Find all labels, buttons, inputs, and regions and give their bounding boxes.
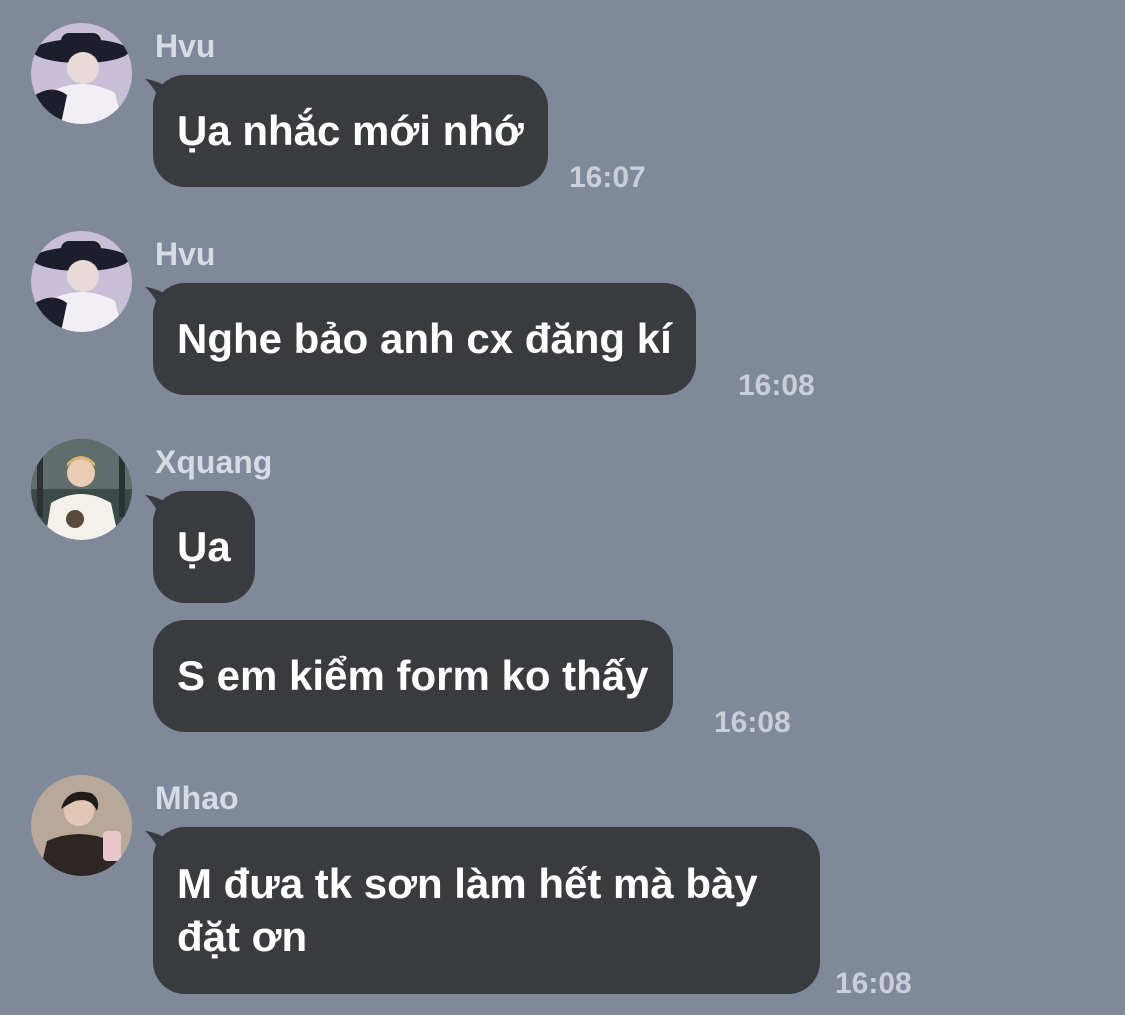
avatar-xquang-image	[31, 439, 132, 540]
avatar-hvu-image	[31, 231, 132, 332]
sender-name: Mhao	[155, 780, 239, 816]
sender-name: Hvu	[155, 236, 216, 272]
message-time: 16:07	[569, 161, 646, 194]
avatar-mhao[interactable]	[31, 775, 132, 876]
message-bubble[interactable]: S em kiểm form ko thấy	[153, 620, 673, 732]
sender-name: Hvu	[155, 28, 216, 64]
avatar-hvu-image	[31, 23, 132, 124]
chat-message-list[interactable]: Hvu Ụa nhắc mới nhớ 16:07 Hvu Nghe bảo a…	[0, 0, 1125, 1015]
message-bubble[interactable]: Ụa nhắc mới nhớ	[153, 75, 548, 187]
message-bubble[interactable]: Ụa	[153, 491, 255, 603]
message-bubble[interactable]: Nghe bảo anh cx đăng kí	[153, 283, 696, 395]
avatar-hvu[interactable]	[31, 231, 132, 332]
message-time: 16:08	[835, 967, 912, 1000]
message-time: 16:08	[714, 706, 791, 739]
message-bubble[interactable]: M đưa tk sơn làm hết mà bày đặt ơn	[153, 827, 820, 994]
message-time: 16:08	[738, 369, 815, 402]
sender-name: Xquang	[155, 444, 273, 480]
avatar-xquang[interactable]	[31, 439, 132, 540]
avatar-hvu[interactable]	[31, 23, 132, 124]
avatar-mhao-image	[31, 775, 132, 876]
